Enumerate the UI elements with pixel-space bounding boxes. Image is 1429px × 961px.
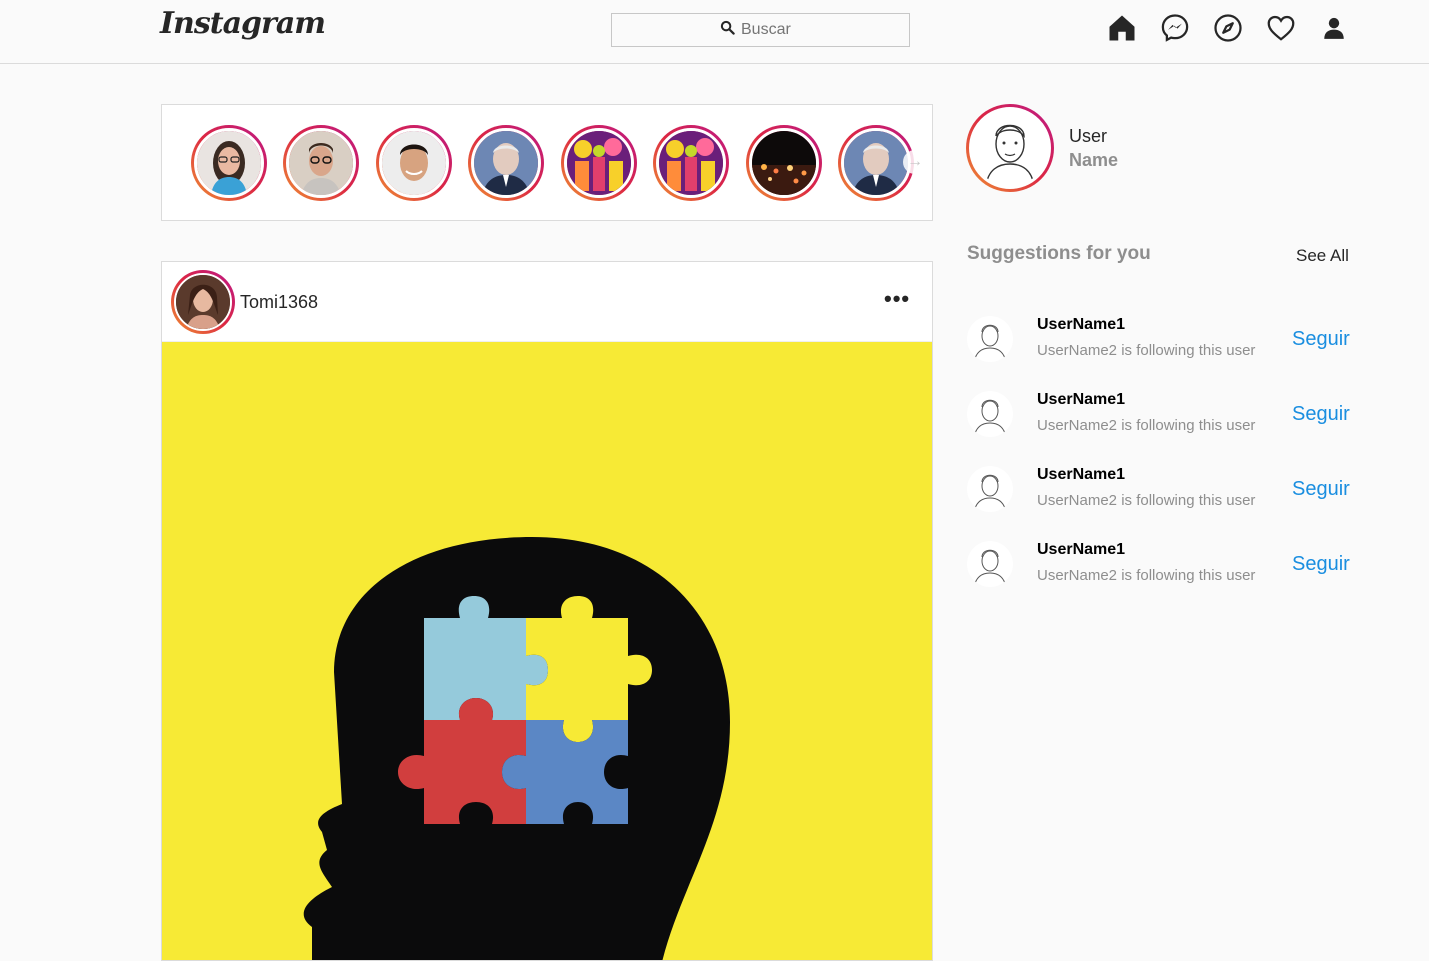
suggestion-avatar[interactable] (967, 316, 1013, 362)
current-user-avatar[interactable] (966, 104, 1054, 192)
stories-next-arrow-icon[interactable]: → (903, 150, 927, 174)
current-user-avatar-image (969, 107, 1051, 189)
see-all-link[interactable]: See All (1296, 246, 1349, 266)
story-image (656, 128, 726, 198)
post-avatar-image (174, 273, 232, 331)
search-box[interactable] (611, 13, 910, 47)
post-username[interactable]: Tomi1368 (240, 292, 318, 313)
story-avatar[interactable] (746, 125, 822, 201)
search-icon (720, 20, 735, 40)
story-avatar[interactable] (468, 125, 544, 201)
head-puzzle-illustration (162, 342, 932, 960)
suggestion-row: UserName1 UserName2 is following this us… (967, 391, 1367, 451)
story-avatar[interactable] (376, 125, 452, 201)
suggestion-avatar[interactable] (967, 466, 1013, 512)
suggestion-context: UserName2 is following this user (1037, 492, 1256, 509)
explore-icon[interactable] (1211, 11, 1245, 45)
suggestion-row: UserName1 UserName2 is following this us… (967, 466, 1367, 526)
story-image (286, 128, 356, 198)
story-image (194, 128, 264, 198)
search-input[interactable] (741, 21, 801, 39)
post-header: Tomi1368 ••• (162, 262, 932, 342)
post-avatar[interactable] (171, 270, 235, 334)
story-avatar[interactable] (653, 125, 729, 201)
suggestion-row: UserName1 UserName2 is following this us… (967, 316, 1367, 376)
suggestions-title: Suggestions for you (967, 243, 1151, 264)
follow-button[interactable]: Seguir (1292, 553, 1350, 576)
feed-post: Tomi1368 ••• (161, 261, 933, 961)
story-avatar[interactable] (191, 125, 267, 201)
suggestion-username[interactable]: UserName1 (1037, 316, 1125, 334)
top-nav (1105, 11, 1351, 45)
story-image (379, 128, 449, 198)
suggestion-context: UserName2 is following this user (1037, 417, 1256, 434)
story-image (564, 128, 634, 198)
instagram-logo[interactable]: Instagram (160, 6, 326, 41)
follow-button[interactable]: Seguir (1292, 403, 1350, 426)
suggestion-row: UserName1 UserName2 is following this us… (967, 541, 1367, 601)
post-image[interactable] (162, 342, 932, 960)
suggestion-username[interactable]: UserName1 (1037, 466, 1125, 484)
stories-tray (161, 104, 933, 221)
suggestion-avatar[interactable] (967, 391, 1013, 437)
profile-icon[interactable] (1317, 11, 1351, 45)
messenger-icon[interactable] (1158, 11, 1192, 45)
post-more-options-icon[interactable]: ••• (884, 286, 910, 312)
story-avatar[interactable] (561, 125, 637, 201)
heart-icon[interactable] (1264, 11, 1298, 45)
suggestion-avatar[interactable] (967, 541, 1013, 587)
current-user-handle[interactable]: User (1069, 126, 1107, 147)
story-image (841, 128, 911, 198)
top-header: Instagram (0, 0, 1429, 64)
follow-button[interactable]: Seguir (1292, 478, 1350, 501)
story-image (749, 128, 819, 198)
suggestion-username[interactable]: UserName1 (1037, 391, 1125, 409)
suggestion-context: UserName2 is following this user (1037, 342, 1256, 359)
follow-button[interactable]: Seguir (1292, 328, 1350, 351)
story-avatar[interactable] (283, 125, 359, 201)
home-icon[interactable] (1105, 11, 1139, 45)
suggestion-username[interactable]: UserName1 (1037, 541, 1125, 559)
suggestion-context: UserName2 is following this user (1037, 567, 1256, 584)
story-image (471, 128, 541, 198)
current-user-name: Name (1069, 150, 1119, 170)
